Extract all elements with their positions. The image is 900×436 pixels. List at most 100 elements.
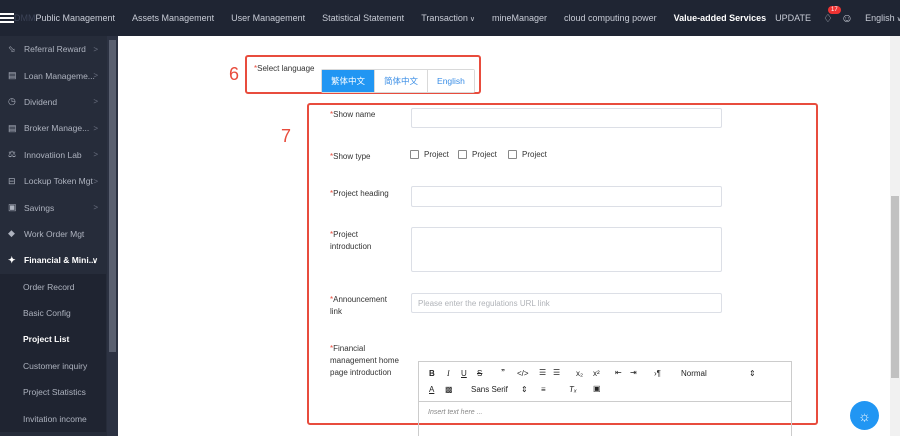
- checkbox-icon: [410, 150, 419, 159]
- sidebar-item-work-order[interactable]: ◆ Work Order Mgt: [0, 221, 106, 247]
- image-icon[interactable]: ▣: [593, 384, 601, 393]
- financial-intro-label: *Financial management home page introduc…: [330, 344, 399, 377]
- nav-minemanager[interactable]: mineManager: [492, 13, 547, 23]
- sidebar-item-lockup-token[interactable]: ⊟ Lockup Token Mgt >: [0, 168, 106, 194]
- user-icon[interactable]: ☺: [841, 11, 853, 25]
- language-tabs: 繁体中文 简体中文 English: [321, 69, 475, 93]
- nav-value-added-services[interactable]: Value-added Services: [674, 13, 767, 23]
- lab-icon: ⚖: [8, 149, 17, 160]
- sidebar-scroll-thumb[interactable]: [109, 40, 116, 352]
- sidebar-item-label: Lockup Token Mgt: [24, 176, 93, 187]
- sidebar-subitem-invitation-income[interactable]: Invitation income: [0, 405, 106, 432]
- help-lightbulb-icon[interactable]: ☼: [850, 401, 879, 430]
- font-select[interactable]: Sans Serif: [471, 385, 508, 394]
- nav-public-management[interactable]: Public Management: [36, 13, 116, 23]
- select-arrows-icon[interactable]: ⇕: [521, 385, 528, 394]
- project-heading-label: *Project heading: [330, 189, 389, 198]
- tab-traditional-chinese[interactable]: 繁体中文: [322, 70, 376, 92]
- sidebar-item-label: Innovatiion Lab: [24, 149, 82, 160]
- nav-cloud-computing-power[interactable]: cloud computing power: [564, 13, 657, 23]
- nav-transaction[interactable]: Transaction ∨: [421, 13, 475, 23]
- ordered-list-icon[interactable]: ☰: [539, 368, 546, 377]
- show-type-checkbox-2[interactable]: Project: [458, 150, 497, 159]
- bold-icon[interactable]: B: [429, 369, 435, 378]
- menu-toggle-icon[interactable]: [0, 0, 14, 36]
- language-switcher[interactable]: English ∨: [865, 13, 900, 23]
- sidebar-item-label: Savings: [24, 202, 55, 213]
- main-scrollbar[interactable]: [890, 36, 900, 436]
- nav-transaction-label: Transaction: [421, 13, 468, 23]
- nav-statistical-statement[interactable]: Statistical Statement: [322, 13, 404, 23]
- header-select[interactable]: Normal: [681, 369, 707, 378]
- project-heading-input[interactable]: [411, 186, 722, 207]
- diamond-icon: ◆: [8, 228, 15, 239]
- background-color-icon[interactable]: ▩: [445, 385, 453, 394]
- show-type-checkbox-1[interactable]: Project: [410, 150, 449, 159]
- nav-assets-management[interactable]: Assets Management: [132, 13, 214, 23]
- sidebar-item-label: Referral Reward: [24, 44, 86, 55]
- align-icon[interactable]: ≡: [541, 385, 546, 394]
- chart-icon: ▤: [8, 70, 17, 81]
- sidebar-subitem-project-statistics[interactable]: Project Statistics: [0, 379, 106, 406]
- checkbox-icon: [458, 150, 467, 159]
- editor-placeholder[interactable]: Insert text here ...: [419, 402, 791, 423]
- sidebar-subitem-order-record[interactable]: Order Record: [0, 273, 106, 300]
- sidebar-item-label: Financial & Mini...: [24, 255, 96, 266]
- announcement-input[interactable]: Please enter the regulations URL link: [411, 293, 722, 313]
- sidebar-subitem-project-list[interactable]: Project List: [0, 326, 106, 353]
- sidebar-item-broker-management[interactable]: ▤ Broker Manage... >: [0, 115, 106, 141]
- sidebar-item-referral-reward[interactable]: ⬂ Referral Reward >: [0, 36, 106, 62]
- subscript-icon[interactable]: x₂: [576, 369, 583, 378]
- superscript-icon[interactable]: x²: [593, 369, 600, 378]
- notification-badge: 17: [828, 5, 841, 14]
- sidebar-subitem-basic-config[interactable]: Basic Config: [0, 299, 106, 327]
- outdent-icon[interactable]: ⇤: [615, 368, 622, 377]
- sidebar-item-label: Work Order Mgt: [24, 228, 85, 239]
- sidebar-subitem-customer-inquiry[interactable]: Customer inquiry: [0, 352, 106, 380]
- show-type-checkbox-3[interactable]: Project: [508, 150, 547, 159]
- project-intro-textarea[interactable]: [411, 227, 722, 272]
- chevron-down-icon: ∨: [469, 16, 475, 23]
- nav-update[interactable]: UPDATE: [775, 13, 811, 23]
- chevron-right-icon: >: [93, 150, 98, 160]
- sidebar-item-label: Broker Manage...: [24, 123, 90, 134]
- project-intro-label: *Project introduction: [330, 230, 372, 251]
- tab-english[interactable]: English: [428, 70, 474, 92]
- direction-icon[interactable]: ›¶: [654, 369, 661, 378]
- sidebar-item-innovation-lab[interactable]: ⚖ Innovatiion Lab >: [0, 142, 106, 168]
- chevron-right-icon: >: [93, 44, 98, 54]
- rich-text-editor[interactable]: B I U S ” </> ☰ ☰ x₂ x² ⇤ ⇥ ›¶ Normal ⇕ …: [418, 361, 792, 436]
- list-icon: ▤: [8, 122, 17, 133]
- show-name-input[interactable]: [411, 108, 722, 128]
- text-color-icon[interactable]: A: [429, 385, 434, 394]
- sidebar-item-financial-mining[interactable]: ✦ Financial & Mini... ∨: [0, 247, 106, 273]
- language-label: English: [865, 13, 895, 23]
- tab-simplified-chinese[interactable]: 简体中文: [375, 70, 429, 92]
- bullet-list-icon[interactable]: ☰: [553, 368, 560, 377]
- sidebar-item-label: Loan Manageme...: [24, 70, 95, 81]
- step-6-marker: 6: [229, 64, 240, 84]
- main-scroll-thumb[interactable]: [891, 196, 899, 378]
- sidebar-item-loan-management[interactable]: ▤ Loan Manageme... >: [0, 62, 106, 88]
- code-icon[interactable]: </>: [517, 369, 529, 378]
- show-type-label: *Show type: [330, 152, 371, 161]
- underline-icon[interactable]: U: [461, 369, 467, 378]
- nav-user-management[interactable]: User Management: [231, 13, 305, 23]
- chevron-right-icon: >: [93, 203, 98, 213]
- sidebar-scrollbar[interactable]: [107, 36, 118, 436]
- italic-icon[interactable]: I: [447, 369, 450, 378]
- select-language-label: *Select language: [254, 64, 315, 73]
- strike-icon[interactable]: S: [477, 369, 482, 378]
- select-arrows-icon[interactable]: ⇕: [749, 369, 756, 378]
- sidebar-item-savings[interactable]: ▣ Savings >: [0, 194, 106, 220]
- clear-format-icon[interactable]: Tₓ: [569, 385, 577, 394]
- indent-icon[interactable]: ⇥: [630, 368, 637, 377]
- notification-bell-icon[interactable]: ♢ 17: [823, 5, 841, 25]
- quote-icon[interactable]: ”: [501, 368, 505, 377]
- sidebar-item-dividend[interactable]: ◷ Dividend >: [0, 89, 106, 115]
- top-navbar: DMM Public Management Assets Management …: [0, 0, 900, 36]
- step-7-marker: 7: [281, 126, 292, 146]
- show-name-label: *Show name: [330, 110, 376, 119]
- sidebar-item-label: Dividend: [24, 96, 58, 107]
- main-content: 6 *Select language 繁体中文 简体中文 English 7 *…: [118, 36, 890, 436]
